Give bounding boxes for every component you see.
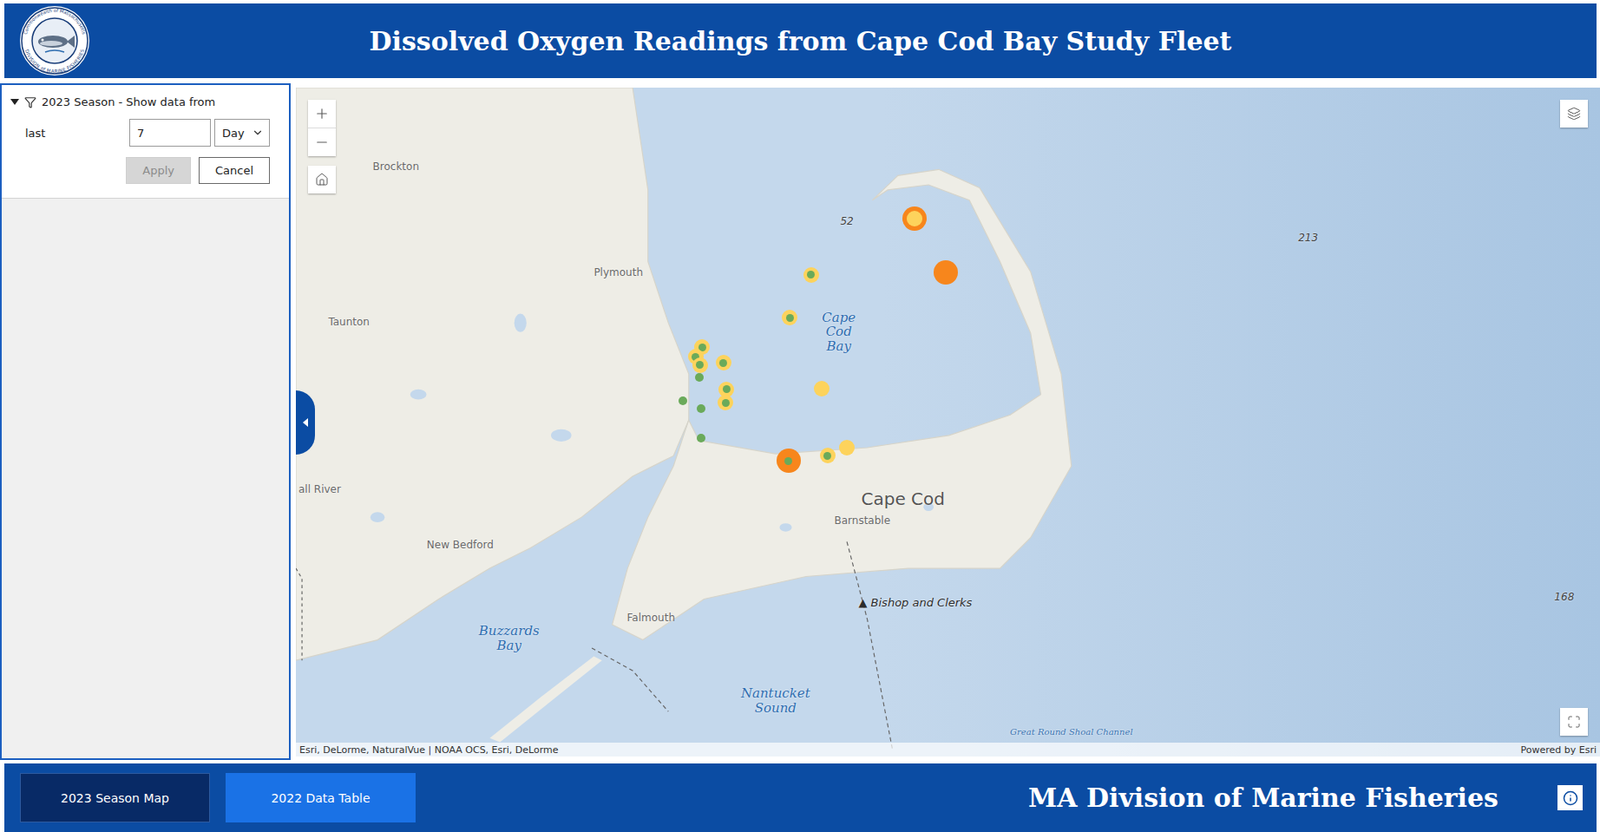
reading-pin[interactable] <box>839 439 855 456</box>
apply-button: Apply <box>125 157 191 184</box>
zoom-out-button[interactable] <box>308 128 336 157</box>
home-icon <box>314 172 329 187</box>
reading-pin[interactable] <box>715 354 732 371</box>
zoom-in-button[interactable] <box>308 99 336 128</box>
map-label: all River <box>298 483 341 496</box>
reading-pin[interactable] <box>695 373 704 382</box>
map-label: ▲ Bishop and Clerks <box>858 595 972 609</box>
app-title: Dissolved Oxygen Readings from Cape Cod … <box>99 26 1502 57</box>
svg-text:DIVISION of MARINE FISHERIES: DIVISION of MARINE FISHERIES <box>24 48 86 75</box>
map-label: 52 <box>839 215 853 228</box>
home-button[interactable] <box>308 165 336 194</box>
fullscreen-button[interactable] <box>1560 708 1588 736</box>
map-label: 168 <box>1554 590 1574 604</box>
pin-center <box>721 399 730 407</box>
expand-caret-icon[interactable] <box>10 98 20 105</box>
footer-tab[interactable]: 2022 Data Table <box>225 773 416 823</box>
pin-center <box>786 314 794 322</box>
pin-center <box>695 360 704 369</box>
info-icon <box>1562 790 1579 807</box>
map-label: Falmouth <box>627 611 676 624</box>
pin-center <box>784 457 793 466</box>
filter-section: 2023 Season - Show data from last Day Apply… <box>1 85 289 199</box>
filter-buttons: Apply Cancel <box>1 157 289 184</box>
reading-pin[interactable] <box>813 380 830 397</box>
main: 2023 Season - Show data from last Day Apply… <box>0 83 1600 761</box>
plus-icon <box>314 105 330 122</box>
map-label: Barnstable <box>833 514 891 527</box>
reading-pin[interactable] <box>819 447 836 464</box>
map-label: Taunton <box>327 315 370 328</box>
map-label: Nantucket Sound <box>740 686 811 715</box>
reading-pin[interactable] <box>776 448 801 473</box>
reading-pin[interactable] <box>933 260 958 285</box>
filter-value-input[interactable] <box>129 118 211 147</box>
pin-center <box>722 385 731 394</box>
filter-panel: 2023 Season - Show data from last Day Apply… <box>0 83 291 761</box>
map-label: Buzzards Bay <box>478 623 540 653</box>
filter-row: last Day <box>1 118 289 147</box>
reading-pin[interactable] <box>696 404 706 414</box>
collapse-panel-button[interactable] <box>295 390 315 455</box>
reading-pin[interactable] <box>692 357 709 374</box>
pin-center <box>906 210 923 227</box>
chevron-down-icon <box>251 126 264 139</box>
map-label: New Bedford <box>426 538 494 551</box>
footer-title: MA Division of Marine Fisheries <box>1028 782 1542 814</box>
cancel-button[interactable]: Cancel <box>198 157 270 184</box>
zoom-controls <box>308 99 336 157</box>
fullscreen-icon <box>1567 714 1581 729</box>
filter-icon <box>24 96 37 109</box>
map[interactable]: Brockton Plymouth Taunton all River New Bedf… <box>295 87 1600 757</box>
footer-tab[interactable]: 2023 Season Map <box>19 773 210 823</box>
reading-pin[interactable] <box>717 394 734 411</box>
footer: 2023 Season Map 2022 Data Table MA Divisio… <box>4 763 1597 832</box>
collapse-arrow-icon <box>302 418 309 427</box>
map-label: Brockton <box>373 160 420 173</box>
reading-pin[interactable] <box>902 206 927 231</box>
layers-button[interactable] <box>1560 99 1588 128</box>
marine-fisheries-logo-icon: Commonwealth of Massachusetts DIVISION of… <box>19 5 91 77</box>
filter-title: 2023 Season - Show data from <box>41 95 216 109</box>
map-label: Cape Cod Bay <box>821 310 856 355</box>
layers-icon <box>1567 106 1581 121</box>
pin-center <box>719 359 728 368</box>
pin-center <box>823 452 832 460</box>
map-attribution: Esri, DeLorme, NaturalVue | NOAA OCS, Es… <box>295 742 1600 757</box>
logo: Commonwealth of Massachusetts DIVISION of… <box>4 5 100 77</box>
map-label: Plymouth <box>593 266 643 279</box>
filter-header[interactable]: 2023 Season - Show data from <box>1 95 289 109</box>
app: Commonwealth of Massachusetts DIVISION of… <box>0 0 1600 832</box>
filter-label: last <box>25 126 126 140</box>
reading-pin[interactable] <box>696 433 706 443</box>
svg-text:Commonwealth of Massachusetts: Commonwealth of Massachusetts <box>22 7 87 36</box>
pin-center <box>806 270 815 279</box>
reading-pin[interactable] <box>803 267 820 283</box>
minus-icon <box>314 134 330 151</box>
map-label: Great Round Shoal Channel <box>1009 726 1134 736</box>
reading-pin[interactable] <box>781 309 798 326</box>
map-label: Cape Cod <box>861 488 945 510</box>
header: Commonwealth of Massachusetts DIVISION of… <box>4 3 1597 79</box>
map-label: 213 <box>1298 231 1319 244</box>
basemap[interactable] <box>295 87 1600 757</box>
filter-unit-select[interactable]: Day <box>214 118 270 147</box>
reading-pin[interactable] <box>678 396 688 406</box>
info-button[interactable] <box>1557 785 1583 811</box>
